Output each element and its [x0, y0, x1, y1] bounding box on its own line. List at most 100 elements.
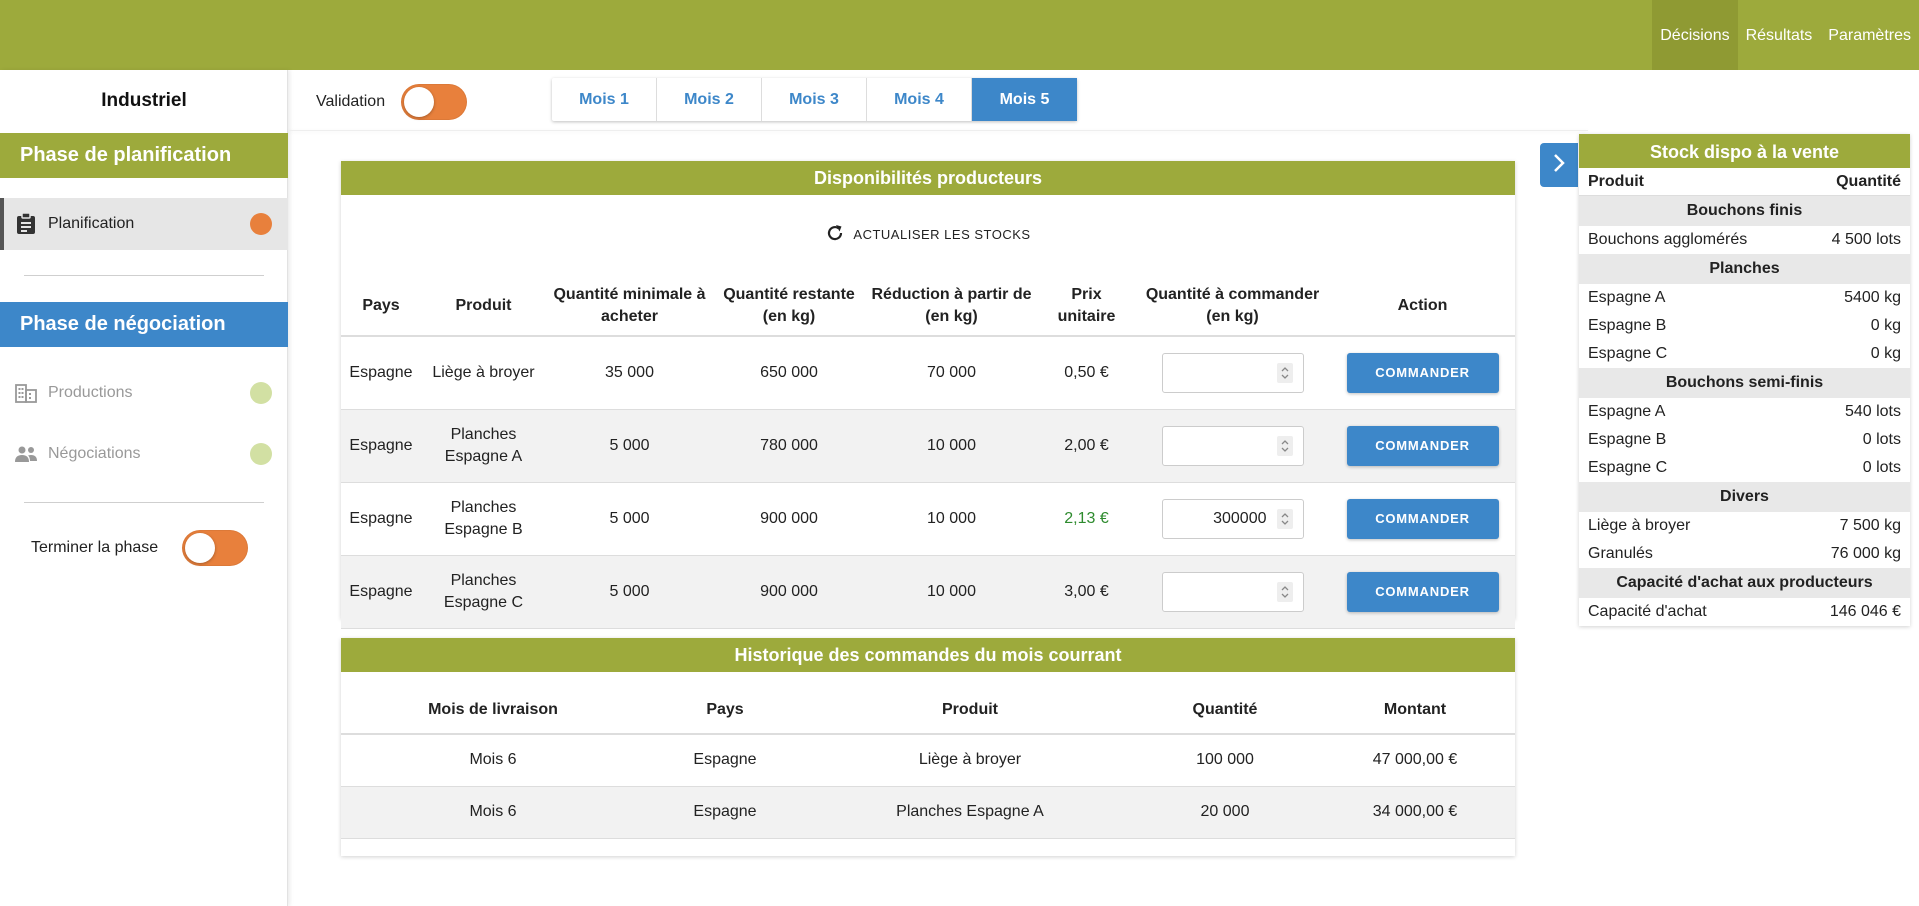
quantity-input[interactable]: 300000 — [1161, 498, 1304, 539]
cell-restante: 780 000 — [713, 409, 865, 483]
stock-quantity: 5400 kg — [1844, 289, 1901, 306]
cell-restante: 900 000 — [713, 482, 865, 556]
cell-min: 5 000 — [546, 482, 713, 556]
stock-title: Stock dispo à la vente — [1579, 134, 1910, 168]
spinner-icon[interactable] — [1276, 581, 1293, 602]
status-dot — [250, 443, 272, 465]
tab-mois-5[interactable]: Mois 5 — [972, 78, 1077, 121]
cell-min: 35 000 — [546, 336, 713, 410]
nav-resultats[interactable]: Résultats — [1738, 0, 1821, 70]
end-phase-toggle[interactable] — [182, 530, 249, 566]
tab-mois-4[interactable]: Mois 4 — [867, 78, 972, 121]
collapse-panel-button[interactable] — [1540, 143, 1578, 187]
col-header: Pays — [341, 276, 421, 337]
stock-quantity: 0 kg — [1870, 317, 1901, 334]
quantity-input[interactable] — [1161, 425, 1304, 466]
cell-action: COMMANDER — [1330, 555, 1515, 629]
stock-section-header: Divers — [1579, 482, 1910, 512]
commander-button[interactable]: COMMANDER — [1346, 571, 1499, 612]
divider — [24, 275, 264, 276]
stock-row: Espagne C 0 lots — [1579, 454, 1910, 482]
stock-section-header: Capacité d'achat aux producteurs — [1579, 568, 1910, 598]
cell-min: 5 000 — [546, 555, 713, 629]
toggle-knob — [185, 533, 216, 563]
stock-section-header: Planches — [1579, 254, 1910, 284]
end-phase-label: Terminer la phase — [31, 539, 159, 556]
stock-product: Espagne A — [1588, 289, 1666, 306]
stock-row: Espagne A 540 lots — [1579, 398, 1910, 426]
sidebar: Industriel Phase de planification Planif… — [0, 70, 288, 906]
sidebar-item-label: Négociations — [48, 445, 141, 462]
cell-reduction: 10 000 — [865, 555, 1038, 629]
history-title: Historique des commandes du mois courran… — [341, 638, 1515, 672]
col-header: Quantité restante (en kg) — [713, 276, 865, 337]
spinner-icon[interactable] — [1276, 362, 1293, 383]
history-card: Historique des commandes du mois courran… — [341, 638, 1515, 856]
cell: Mois 6 — [341, 786, 645, 839]
tab-mois-1[interactable]: Mois 1 — [552, 78, 657, 121]
sidebar-item-negociations[interactable]: Négociations — [0, 428, 288, 480]
stock-quantity: 7 500 kg — [1839, 517, 1901, 534]
cell-min: 5 000 — [546, 409, 713, 483]
stock-product: Capacité d'achat — [1588, 603, 1707, 620]
stock-product: Bouchons agglomérés — [1588, 231, 1748, 248]
sidebar-item-productions[interactable]: Productions — [0, 367, 288, 419]
month-tabs: Mois 1 Mois 2 Mois 3 Mois 4 Mois 5 — [552, 78, 1077, 121]
tab-mois-3[interactable]: Mois 3 — [762, 78, 867, 121]
nav-decisions[interactable]: Décisions — [1652, 0, 1738, 70]
col-header: Action — [1330, 276, 1515, 337]
sidebar-item-label: Planification — [48, 215, 135, 232]
tab-mois-2[interactable]: Mois 2 — [657, 78, 762, 121]
stock-product: Granulés — [1588, 545, 1653, 562]
cell-reduction: 10 000 — [865, 409, 1038, 483]
refresh-label: ACTUALISER LES STOCKS — [853, 227, 1031, 242]
cell-qty — [1135, 336, 1330, 410]
quantity-input[interactable] — [1161, 352, 1304, 393]
toggle-knob — [404, 87, 435, 117]
stock-product: Espagne C — [1588, 345, 1668, 362]
col-header: Quantité minimale à acheter — [546, 276, 713, 337]
table-header-row: Pays Produit Quantité minimale à acheter… — [341, 276, 1515, 337]
stock-quantity: 76 000 kg — [1830, 545, 1901, 562]
quantity-value: 300000 — [1213, 509, 1267, 527]
cell: Mois 6 — [341, 734, 645, 787]
col-header: Mois de livraison — [341, 686, 645, 735]
col-header: Quantité — [1135, 686, 1315, 735]
commander-button[interactable]: COMMANDER — [1346, 498, 1499, 539]
col-header: Prix unitaire — [1038, 276, 1135, 337]
cell-reduction: 10 000 — [865, 482, 1038, 556]
stock-quantity: 0 lots — [1862, 431, 1901, 448]
top-nav: Décisions Résultats Paramètres — [1652, 0, 1919, 70]
refresh-stocks-button[interactable]: ACTUALISER LES STOCKS — [341, 223, 1515, 246]
cell: Liège à broyer — [805, 734, 1135, 787]
validation-row: Validation — [316, 84, 468, 120]
stock-row: Liège à broyer 7 500 kg — [1579, 512, 1910, 540]
cell-reduction: 70 000 — [865, 336, 1038, 410]
commander-button[interactable]: COMMANDER — [1346, 352, 1499, 393]
cell-qty — [1135, 409, 1330, 483]
stock-row: Capacité d'achat 146 046 € — [1579, 598, 1910, 626]
stock-panel: Stock dispo à la vente Produit Quantité … — [1579, 134, 1910, 626]
building-icon — [14, 381, 38, 405]
stock-row: Espagne A 5400 kg — [1579, 284, 1910, 312]
commander-button[interactable]: COMMANDER — [1346, 425, 1499, 466]
stock-product: Espagne A — [1588, 403, 1666, 420]
cell-prix: 0,50 € — [1038, 336, 1135, 410]
stock-row: Espagne B 0 lots — [1579, 426, 1910, 454]
spinner-icon[interactable] — [1276, 435, 1293, 456]
stock-col-product: Produit — [1588, 173, 1644, 190]
cell: Espagne — [645, 786, 805, 839]
col-header: Produit — [421, 276, 546, 337]
stock-row: Espagne C 0 kg — [1579, 340, 1910, 368]
nav-parametres[interactable]: Paramètres — [1820, 0, 1919, 70]
quantity-input[interactable] — [1161, 571, 1304, 612]
validation-toggle[interactable] — [401, 84, 468, 120]
cell: Planches Espagne A — [805, 786, 1135, 839]
sidebar-item-label: Productions — [48, 384, 133, 401]
producers-card: Disponibilités producteurs ACTUALISER LE… — [341, 161, 1515, 629]
sidebar-item-planification[interactable]: Planification — [0, 198, 288, 250]
spinner-icon[interactable] — [1276, 508, 1293, 529]
cell-produit: Liège à broyer — [421, 336, 546, 410]
table-row: Espagne Planches Espagne A 5 000 780 000… — [341, 409, 1515, 483]
cell-action: COMMANDER — [1330, 409, 1515, 483]
